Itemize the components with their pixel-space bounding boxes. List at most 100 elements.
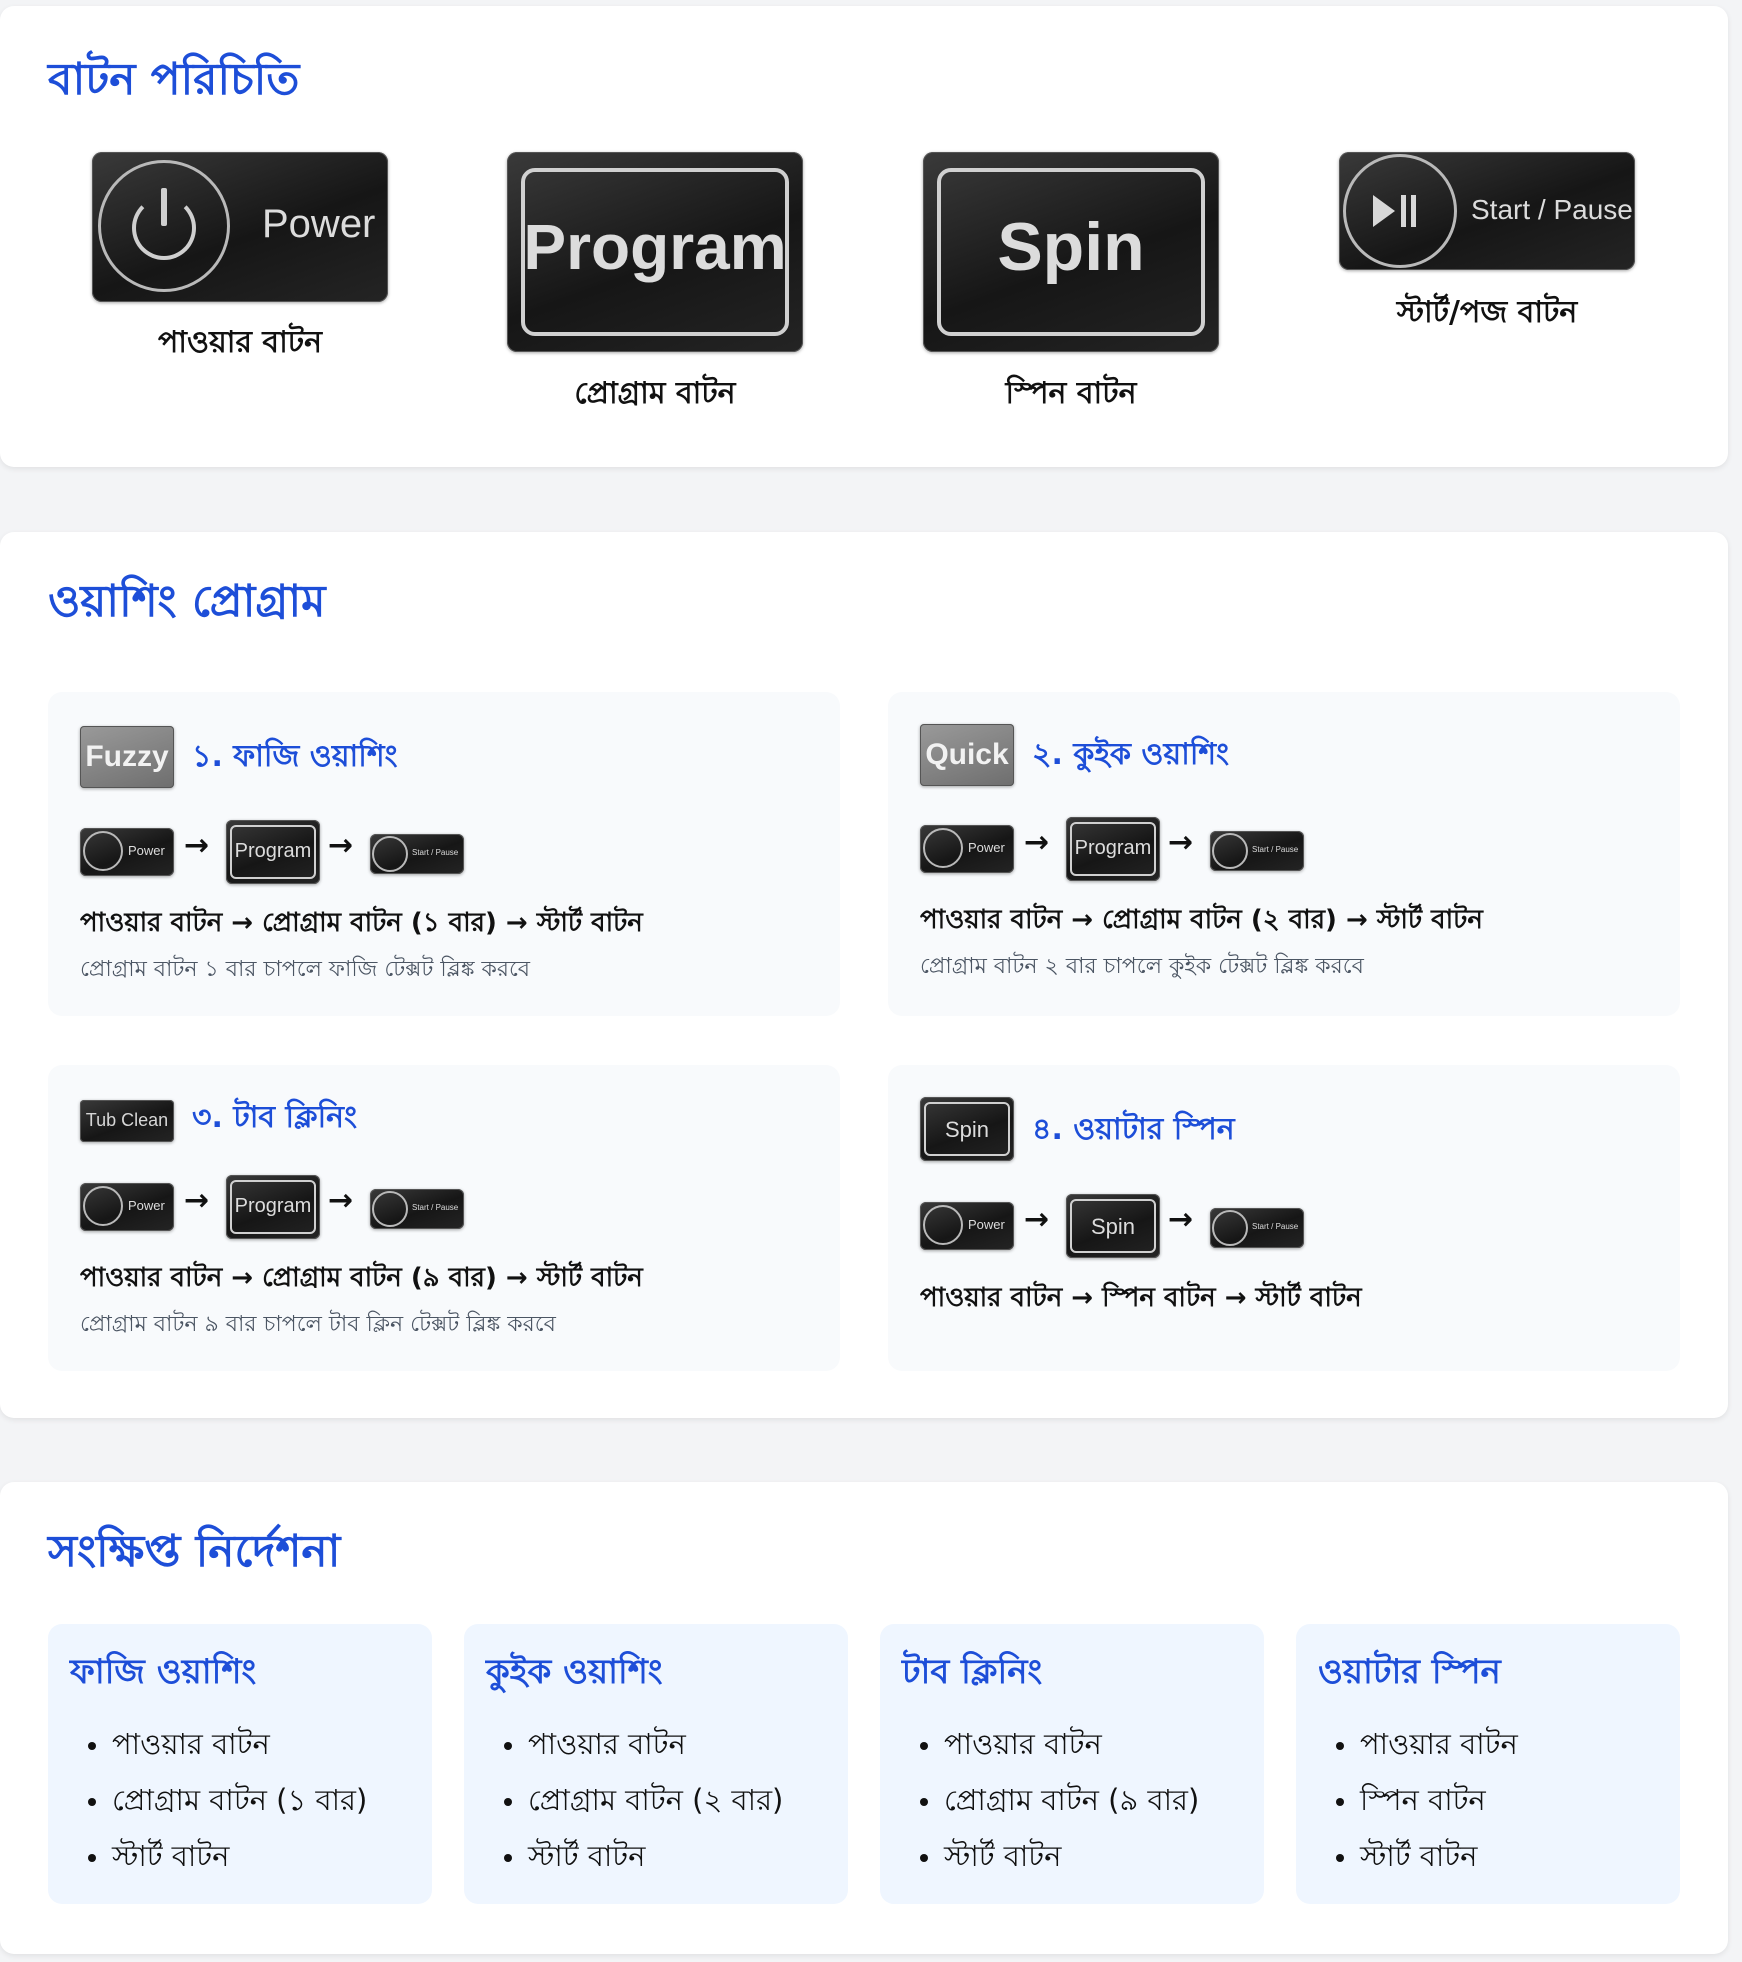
seq-start-pause-image: Start / Pause xyxy=(1210,831,1304,871)
program-note-fuzzy: প্রোগ্রাম বাটন ১ বার চাপলে ফাজি টেক্সট ব… xyxy=(80,957,531,982)
list-item: পাওয়ার বাটন xyxy=(504,1716,783,1772)
seq-start-pause-image: Start / Pause xyxy=(1210,1208,1304,1248)
spin-button-image-label: Spin xyxy=(997,209,1145,285)
list-item: স্টার্ট বাটন xyxy=(504,1828,783,1884)
seq-power-label: Power xyxy=(968,1217,1005,1232)
program-card-water-spin: Spin ৪. ওয়াটার স্পিন Power → Spin → Sta… xyxy=(888,1065,1680,1371)
seq-program-image: Program xyxy=(1066,817,1160,881)
list-item: স্পিন বাটন xyxy=(1336,1772,1518,1828)
tub-clean-badge-label: Tub Clean xyxy=(85,1110,169,1130)
sequence-arrow: → xyxy=(184,1183,210,1218)
list-item: পাওয়ার বাটন xyxy=(920,1716,1199,1772)
seq-power-icon xyxy=(83,1186,123,1226)
summary-card-title: কুইক ওয়াশিং xyxy=(486,1652,663,1692)
list-item: স্টার্ট বাটন xyxy=(920,1828,1199,1884)
summary-card-list: পাওয়ার বাটন প্রোগ্রাম বাটন (২ বার) স্টা… xyxy=(504,1716,783,1884)
sequence-arrow: → xyxy=(1168,1202,1194,1237)
seq-start-pause-label: Start / Pause xyxy=(1252,845,1299,854)
list-item: প্রোগ্রাম বাটন (৯ বার) xyxy=(920,1772,1199,1828)
list-item: প্রোগ্রাম বাটন (২ বার) xyxy=(504,1772,783,1828)
seq-power-image: Power xyxy=(80,828,174,876)
seq-start-pause-label: Start / Pause xyxy=(412,1203,459,1212)
program-note-quick: প্রোগ্রাম বাটন ২ বার চাপলে কুইক টেক্সট ব… xyxy=(920,954,1364,979)
seq-start-pause-label: Start / Pause xyxy=(412,848,459,857)
summary-card-water-spin: ওয়াটার স্পিন পাওয়ার বাটন স্পিন বাটন স্… xyxy=(1296,1624,1680,1904)
fuzzy-badge: Fuzzy xyxy=(80,726,174,788)
program-button-image-label: Program xyxy=(523,211,787,283)
seq-start-pause-icon xyxy=(372,1191,408,1227)
list-item: পাওয়ার বাটন xyxy=(88,1716,367,1772)
seq-start-pause-icon xyxy=(372,836,408,872)
seq-power-icon xyxy=(923,828,963,868)
sequence-arrow: → xyxy=(1024,1202,1050,1237)
summary-section-title: সংক্ষিপ্ত নির্দেশনা xyxy=(48,1526,341,1577)
program-card-quick: Quick ২. কুইক ওয়াশিং Power → Program → … xyxy=(888,692,1680,1016)
buttons-section-title: বাটন পরিচিতি xyxy=(48,54,300,105)
summary-card-title: ফাজি ওয়াশিং xyxy=(70,1652,257,1692)
program-button-caption: প্রোগ্রাম বাটন xyxy=(574,376,736,411)
seq-program-label: Program xyxy=(234,1195,312,1217)
program-card-fuzzy: Fuzzy ১. ফাজি ওয়াশিং Power → Program → … xyxy=(48,692,840,1016)
quick-badge: Quick xyxy=(920,724,1014,786)
tub-clean-badge: Tub Clean xyxy=(80,1100,174,1142)
start-pause-ring xyxy=(1343,154,1457,268)
power-button-image-label: Power xyxy=(262,202,376,246)
summary-card-title: ওয়াটার স্পিন xyxy=(1318,1652,1501,1692)
program-steps-quick: পাওয়ার বাটন → প্রোগ্রাম বাটন (২ বার) → … xyxy=(920,905,1483,935)
power-button-caption: পাওয়ার বাটন xyxy=(157,325,323,360)
program-card-tub-clean: Tub Clean ৩. টাব ক্লিনিং Power → Program… xyxy=(48,1065,840,1371)
seq-start-pause-icon xyxy=(1212,1210,1248,1246)
list-item: স্টার্ট বাটন xyxy=(88,1828,367,1884)
summary-card-list: পাওয়ার বাটন প্রোগ্রাম বাটন (৯ বার) স্টা… xyxy=(920,1716,1199,1884)
buttons-section: বাটন পরিচিতি Power পাওয়ার বাটন Program … xyxy=(0,6,1728,467)
summary-card-fuzzy: ফাজি ওয়াশিং পাওয়ার বাটন প্রোগ্রাম বাটন… xyxy=(48,1624,432,1904)
seq-program-image: Program xyxy=(226,1175,320,1239)
seq-power-icon xyxy=(923,1205,963,1245)
power-button-image: Power xyxy=(92,152,388,302)
program-steps-water-spin: পাওয়ার বাটন → স্পিন বাটন → স্টার্ট বাটন xyxy=(920,1283,1362,1313)
pause-bar-right xyxy=(1411,195,1416,227)
power-icon-bar xyxy=(161,188,167,226)
seq-power-image: Power xyxy=(920,825,1014,873)
sequence-arrow: → xyxy=(328,1183,354,1218)
list-item: পাওয়ার বাটন xyxy=(1336,1716,1518,1772)
sequence-arrow: → xyxy=(1024,825,1050,860)
summary-card-list: পাওয়ার বাটন স্পিন বাটন স্টার্ট বাটন xyxy=(1336,1716,1518,1884)
summary-card-tub-clean: টাব ক্লিনিং পাওয়ার বাটন প্রোগ্রাম বাটন … xyxy=(880,1624,1264,1904)
sequence-arrow: → xyxy=(184,828,210,863)
seq-program-image: Program xyxy=(226,820,320,884)
seq-power-icon xyxy=(83,831,123,871)
sequence-arrow: → xyxy=(328,828,354,863)
seq-power-label: Power xyxy=(968,840,1005,855)
spin-button-image: Spin xyxy=(923,152,1219,352)
spin-button-caption: স্পিন বাটন xyxy=(1005,376,1137,411)
summary-card-title: টাব ক্লিনিং xyxy=(902,1652,1043,1692)
program-steps-tub-clean: পাওয়ার বাটন → প্রোগ্রাম বাটন (৯ বার) → … xyxy=(80,1263,643,1293)
seq-spin-image: Spin xyxy=(1066,1194,1160,1258)
seq-start-pause-image: Start / Pause xyxy=(370,1189,464,1229)
seq-start-pause-image: Start / Pause xyxy=(370,834,464,874)
start-pause-button-caption: স্টার্ট/পজ বাটন xyxy=(1396,295,1578,330)
list-item: স্টার্ট বাটন xyxy=(1336,1828,1518,1884)
seq-spin-label: Spin xyxy=(1090,1214,1136,1239)
program-title-quick: ২. কুইক ওয়াশিং xyxy=(1032,737,1230,772)
summary-section: সংক্ষিপ্ত নির্দেশনা ফাজি ওয়াশিং পাওয়ার… xyxy=(0,1482,1728,1954)
seq-power-label: Power xyxy=(128,843,165,858)
seq-start-pause-label: Start / Pause xyxy=(1252,1222,1299,1231)
seq-program-label: Program xyxy=(1074,837,1152,859)
seq-program-label: Program xyxy=(234,840,312,862)
program-note-tub-clean: প্রোগ্রাম বাটন ৯ বার চাপলে টাব ক্লিন টেক… xyxy=(80,1312,556,1337)
spin-badge: Spin xyxy=(920,1097,1014,1161)
pause-bar-left xyxy=(1401,195,1406,227)
sequence-arrow: → xyxy=(1168,825,1194,860)
spin-badge-label: Spin xyxy=(944,1117,990,1142)
program-button-image: Program xyxy=(507,152,803,352)
play-pause-icon xyxy=(1373,195,1395,227)
start-pause-button-image: Start / Pause xyxy=(1339,152,1635,270)
summary-card-list: পাওয়ার বাটন প্রোগ্রাম বাটন (১ বার) স্টা… xyxy=(88,1716,367,1884)
quick-badge-label: Quick xyxy=(925,738,1009,771)
program-title-tub-clean: ৩. টাব ক্লিনিং xyxy=(192,1100,358,1135)
seq-start-pause-icon xyxy=(1212,833,1248,869)
start-pause-button-image-label: Start / Pause xyxy=(1471,194,1633,225)
summary-card-quick: কুইক ওয়াশিং পাওয়ার বাটন প্রোগ্রাম বাটন… xyxy=(464,1624,848,1904)
